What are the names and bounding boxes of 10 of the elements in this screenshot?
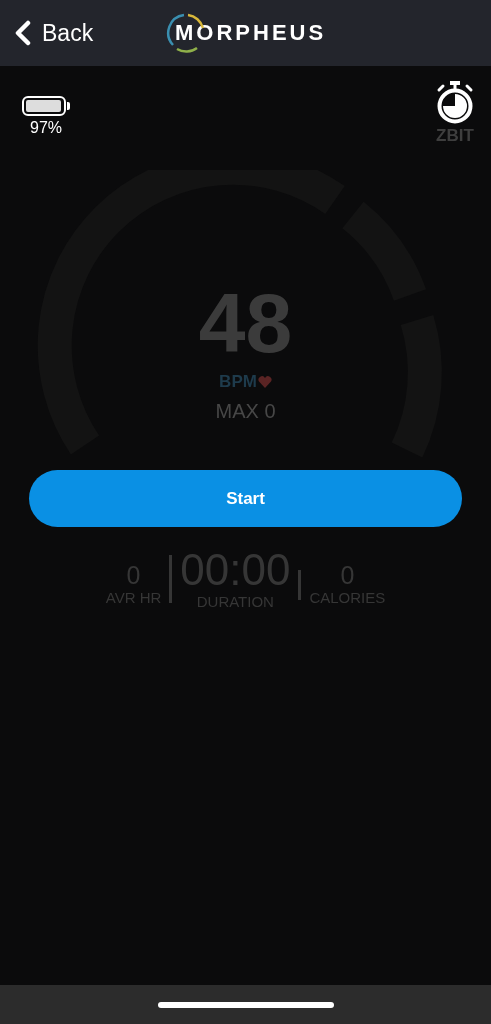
battery-icon (22, 96, 70, 116)
back-button[interactable]: Back (14, 19, 94, 47)
heart-icon (257, 376, 272, 388)
battery-percentage: 97% (30, 119, 62, 137)
max-heart-rate: MAX 0 (215, 400, 276, 423)
back-icon (14, 20, 32, 46)
bpm-label: BPM (219, 372, 257, 392)
home-indicator[interactable] (157, 1001, 334, 1008)
brand-logo: MORPHEUS (165, 12, 327, 54)
stopwatch-icon[interactable] (435, 80, 475, 124)
